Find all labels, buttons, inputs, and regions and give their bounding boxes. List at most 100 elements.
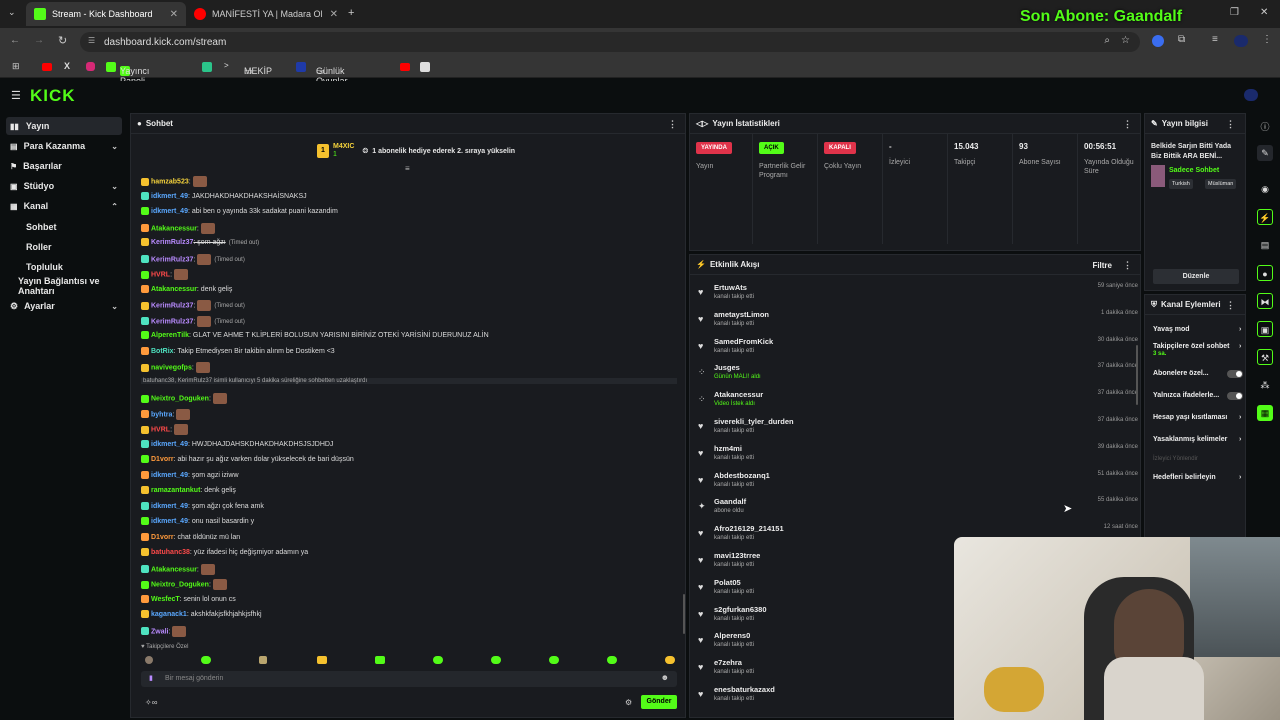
sidebar-item-achievements[interactable]: ⚑ Başarılar [6,157,122,175]
pencil-icon[interactable]: ✎ [1257,145,1273,161]
sidebar-item-stream-key[interactable]: Yayın Bağlantısı ve Anahtarı [6,276,122,296]
tab-youtube-video[interactable]: MANİFESTİ YA | Madara Olduk ✕ [186,2,346,26]
event-username[interactable]: ametaystLimon [714,310,769,319]
new-tab-icon[interactable]: + [348,7,354,19]
mic-icon[interactable]: ▮ [149,674,153,682]
bookmark-icon-3[interactable] [296,62,306,72]
stream-info-options-icon[interactable]: ⋮ [1226,119,1235,130]
document-icon[interactable]: ▤ [1257,237,1273,253]
info-icon[interactable]: ⓘ [1257,119,1273,135]
chat-username[interactable]: Atakancessur [151,225,197,232]
chat-username[interactable]: idkmert_49 [151,440,188,447]
chat-username[interactable]: D1vorr [151,456,174,463]
reload-icon[interactable]: ↻ [58,34,67,47]
sidebar-item-studio[interactable]: ▣ Stüdyo ⌄ [6,177,122,195]
event-username[interactable]: hzm4mi [714,444,742,453]
event-username[interactable]: Gaandalf [714,497,746,506]
sidebar-item-settings[interactable]: ⚙ Ayarlar ⌄ [6,297,122,315]
instagram-bookmark-icon[interactable] [86,62,95,71]
chat-settings-icon[interactable]: ⚙ [625,698,632,707]
emote-button[interactable] [491,656,501,664]
event-username[interactable]: e7zehra [714,658,742,667]
emoji-icon[interactable]: ☻ [661,673,669,682]
share-icon[interactable]: ⁂ [1257,377,1273,393]
activity-options-icon[interactable]: ⋮ [1123,260,1132,271]
expand-pinned-icon[interactable]: ≡ [405,164,410,173]
youtube-bookmark-icon[interactable] [400,63,410,71]
link-icon[interactable]: ⧓ [1257,293,1273,309]
url-field[interactable]: ☰ dashboard.kick.com/stream ⌕ ☆ [80,32,1140,52]
chat-bubble-icon[interactable]: ● [1257,265,1273,281]
category-name[interactable]: Sadece Sohbet [1169,167,1219,174]
chat-username[interactable]: byhtra [151,411,172,418]
chat-username[interactable]: Zwali [151,628,169,635]
event-username[interactable]: enesbaturkazaxd [714,685,775,694]
forward-icon[interactable]: → [34,35,44,46]
bookmark-icon-1[interactable] [202,62,212,72]
event-username[interactable]: Abdestbozanq1 [714,471,770,480]
close-tab-icon[interactable]: ✕ [170,9,178,20]
channel-action-item[interactable]: Abonelere özel... [1153,370,1245,378]
channel-actions-options-icon[interactable]: ⋮ [1226,300,1235,311]
chat-username[interactable]: navivegofps [151,364,192,371]
channel-action-item[interactable]: Hedefleri belirleyin › [1153,474,1245,481]
edit-button[interactable]: Düzenle [1153,269,1239,284]
emote-button[interactable] [317,656,327,664]
tab-list-icon[interactable]: ⌄ [8,7,16,18]
bookmark-icon-4[interactable] [420,62,430,72]
chat-username[interactable]: KerimRulz37 [151,318,193,325]
chat-username[interactable]: BotRix [151,347,174,354]
emote-button[interactable] [259,656,267,664]
toggle-switch[interactable] [1227,392,1243,400]
emote-button[interactable] [433,656,443,664]
bookmark-icon-2[interactable]: > [224,61,229,70]
channel-action-item[interactable]: Yasaklanmış kelimeler › [1153,436,1245,443]
event-username[interactable]: mavi123trree [714,551,760,560]
event-username[interactable]: Polat05 [714,578,741,587]
chat-username[interactable]: HVRL [151,271,170,278]
filter-button[interactable]: Filtre [1092,261,1112,270]
chat-username[interactable]: batuhanc38 [151,549,190,556]
browser-menu-icon[interactable]: ⋮ [1262,34,1272,45]
event-username[interactable]: Afro216129_214151 [714,524,784,533]
chat-options-icon[interactable]: ⋮ [668,119,677,130]
chat-username[interactable]: WesfecT [151,595,180,602]
camera-icon[interactable]: ◉ [1257,181,1273,197]
activity-scrollbar[interactable] [1136,345,1138,405]
event-username[interactable]: ErtuwAts [714,283,747,292]
chat-username[interactable]: Neixtro_Doguken [151,395,209,402]
apps-grid-icon[interactable]: ⊞ [12,61,20,72]
gift-leaderboard[interactable]: 1 M4XIC 1 ❂ 1 abonelik hediye ederek 2. s… [317,141,515,161]
sidebar-item-channel[interactable]: ▦ Kanal ⌃ [6,197,122,215]
tab-kick-dashboard[interactable]: Stream - Kick Dashboard ✕ [26,2,186,26]
event-username[interactable]: Jusges [714,363,740,372]
kick-logo[interactable]: KICK [30,86,76,106]
extension-icon[interactable] [1152,35,1164,47]
emote-button[interactable] [665,656,675,664]
x-bookmark-icon[interactable]: X [64,61,70,71]
chat-username[interactable]: KerimRulz37 [151,302,193,309]
toggle-switch[interactable] [1227,370,1243,378]
chat-username[interactable]: KerimRulz37 [151,256,193,263]
send-button[interactable]: Gönder [641,695,677,709]
chat-username[interactable]: idkmert_49 [151,502,188,509]
emote-button[interactable] [145,656,153,664]
sidebar-item-monetization[interactable]: ▤ Para Kazanma ⌄ [6,137,122,155]
profile-avatar[interactable] [1234,35,1248,47]
chat-username[interactable]: D1vorr [151,533,174,540]
kick-bookmark-icon[interactable] [106,62,116,72]
chat-username[interactable]: idkmert_49 [151,208,188,215]
chat-username[interactable]: idkmert_49 [151,192,188,199]
chat-username[interactable]: KerimRulz37 [151,239,193,246]
youtube-bookmark-icon[interactable] [42,63,52,71]
user-avatar[interactable] [1244,89,1258,101]
sidebar-sub-community[interactable]: Topluluk [26,262,63,272]
chat-tools-icon[interactable]: ✧∞ [145,698,157,707]
bookmark-star-icon[interactable]: ☆ [1121,35,1130,46]
stats-options-icon[interactable]: ⋮ [1123,119,1132,130]
event-username[interactable]: siverekli_tyler_durden [714,417,794,426]
site-info-icon[interactable]: ☰ [88,36,95,45]
zoom-icon[interactable]: ⌕ [1104,35,1110,46]
channel-action-item[interactable]: Hesap yaşı kısıtlaması › [1153,414,1245,421]
close-tab-icon[interactable]: ✕ [330,9,338,20]
